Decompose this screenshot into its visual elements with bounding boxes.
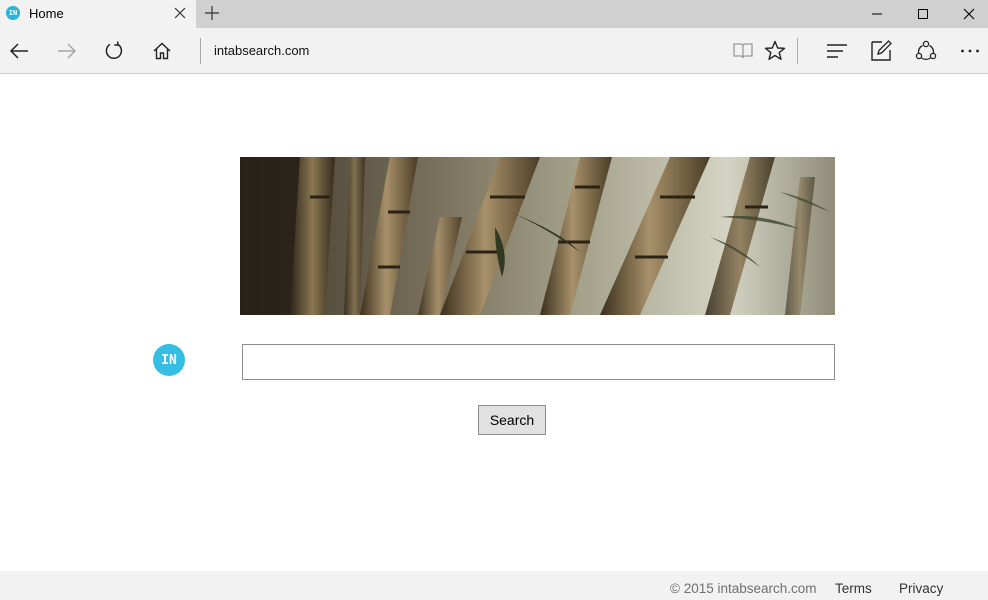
home-icon [153, 42, 171, 60]
address-separator [200, 38, 201, 64]
new-tab-icon[interactable] [202, 2, 222, 24]
share-button[interactable] [911, 36, 941, 66]
close-window-icon[interactable] [946, 0, 988, 28]
maximize-icon[interactable] [900, 0, 946, 28]
site-logo: IN [153, 344, 185, 376]
home-button[interactable] [147, 36, 177, 66]
hub-button[interactable] [822, 36, 852, 66]
copyright-text: © 2015 intabsearch.com [670, 581, 817, 596]
refresh-icon [105, 41, 123, 60]
title-bar: IN Home [0, 0, 988, 28]
search-button[interactable]: Search [478, 405, 546, 435]
more-button[interactable] [955, 36, 985, 66]
web-note-button[interactable] [866, 36, 896, 66]
back-button[interactable] [4, 36, 34, 66]
tab-home[interactable]: IN Home [0, 0, 196, 28]
share-icon [915, 40, 937, 60]
address-bar[interactable]: intabsearch.com [214, 43, 309, 58]
book-icon [733, 43, 753, 59]
forward-button[interactable] [52, 36, 82, 66]
arrow-left-icon [9, 43, 28, 59]
footer: © 2015 intabsearch.com Terms Privacy [0, 571, 988, 600]
favorite-button[interactable] [760, 36, 790, 66]
reading-view-button[interactable] [728, 36, 758, 66]
navigation-bar: intabsearch.com [0, 28, 988, 74]
pen-note-icon [871, 40, 892, 61]
refresh-button[interactable] [99, 36, 129, 66]
arrow-right-icon [58, 43, 77, 59]
star-icon [764, 40, 786, 60]
hub-lines-icon [827, 44, 847, 58]
bamboo-banner-image [240, 157, 835, 315]
terms-link[interactable]: Terms [835, 581, 872, 596]
toolbar-separator [797, 38, 798, 64]
minimize-icon[interactable] [854, 0, 900, 28]
tab-favicon-icon: IN [6, 6, 20, 20]
more-dots-icon [961, 49, 979, 53]
privacy-link[interactable]: Privacy [899, 581, 943, 596]
search-input[interactable] [242, 344, 835, 380]
tab-close-icon[interactable] [172, 4, 188, 22]
tab-title: Home [29, 6, 64, 21]
